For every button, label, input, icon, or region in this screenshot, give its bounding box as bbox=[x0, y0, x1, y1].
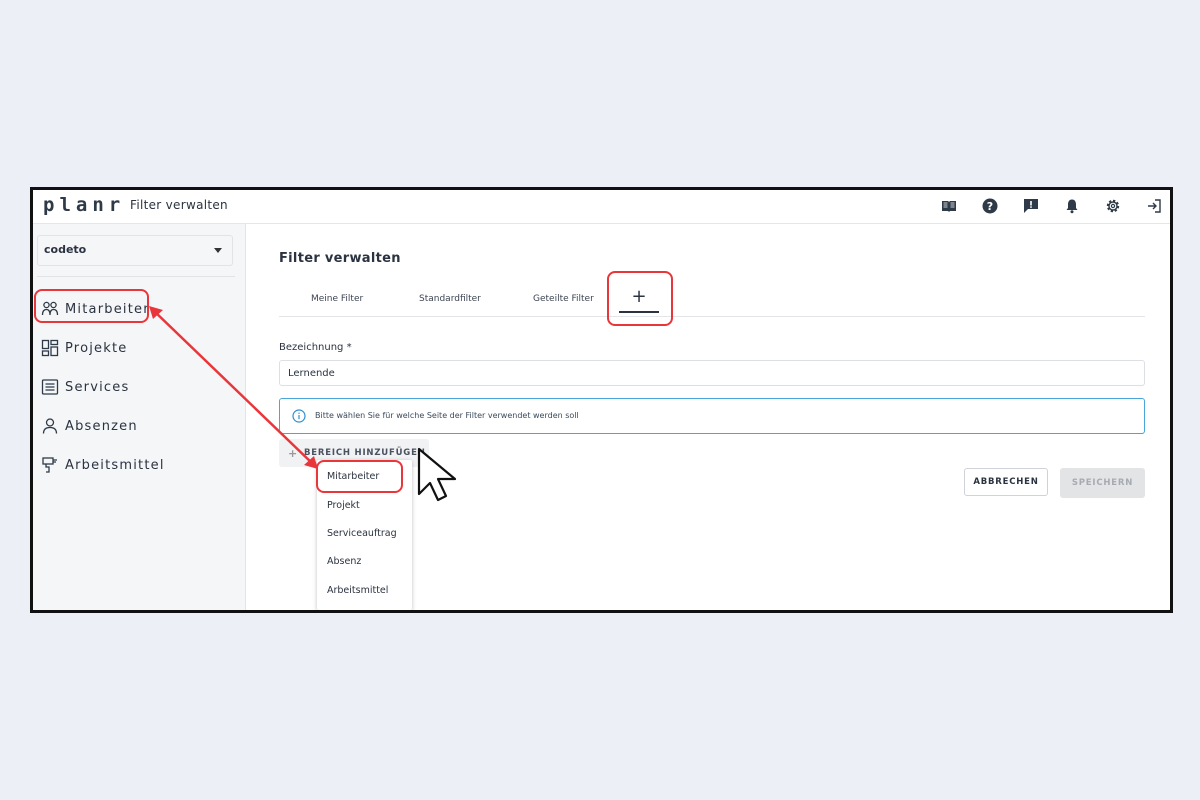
highlight-add-tab bbox=[607, 271, 673, 326]
bell-icon[interactable] bbox=[1062, 196, 1082, 216]
top-icons: ? bbox=[939, 196, 1164, 216]
help-icon[interactable]: ? bbox=[980, 196, 1000, 216]
top-bar: planr Filter verwalten ? bbox=[33, 190, 1170, 224]
sidebar-item-projekte[interactable]: Projekte bbox=[41, 336, 127, 360]
list-icon bbox=[41, 379, 59, 395]
sidebar-item-services[interactable]: Services bbox=[41, 375, 129, 399]
sidebar: codeto Mitarbeiter Projekte Services Abs… bbox=[33, 224, 246, 610]
app-window: planr Filter verwalten ? codeto Mitarbei… bbox=[30, 187, 1173, 613]
tab-geteilte-filter[interactable]: Geteilte Filter bbox=[533, 294, 594, 304]
book-icon[interactable] bbox=[939, 196, 959, 216]
main-content: Filter verwalten Meine Filter Standardfi… bbox=[246, 224, 1170, 610]
caret-down-icon bbox=[214, 248, 222, 253]
bezeichnung-input[interactable] bbox=[279, 360, 1145, 386]
plus-icon: + bbox=[288, 446, 299, 460]
divider bbox=[37, 276, 235, 277]
info-text: Bitte wählen Sie für welche Seite der Fi… bbox=[315, 411, 579, 420]
person-icon bbox=[42, 418, 58, 434]
bezeichnung-label: Bezeichnung * bbox=[279, 342, 352, 353]
save-button[interactable]: SPEICHERN bbox=[1060, 468, 1145, 498]
feedback-icon[interactable] bbox=[1021, 196, 1041, 216]
organization-select[interactable]: codeto bbox=[37, 235, 233, 266]
highlight-menu-mitarbeiter bbox=[316, 460, 403, 493]
logo[interactable]: planr bbox=[43, 194, 125, 216]
menu-item-arbeitsmittel[interactable]: Arbeitsmittel bbox=[327, 585, 388, 596]
sidebar-item-label: Projekte bbox=[65, 340, 128, 356]
gear-icon[interactable] bbox=[1103, 196, 1123, 216]
highlight-sidebar-mitarbeiter bbox=[34, 289, 149, 323]
info-alert: Bitte wählen Sie für welche Seite der Fi… bbox=[279, 398, 1145, 434]
organization-value: codeto bbox=[44, 243, 87, 256]
svg-text:?: ? bbox=[987, 200, 993, 213]
sidebar-item-label: Arbeitsmittel bbox=[65, 457, 165, 473]
tab-bar: Meine Filter Standardfilter Geteilte Fil… bbox=[279, 282, 1145, 317]
menu-item-absenz[interactable]: Absenz bbox=[327, 556, 361, 567]
sidebar-item-arbeitsmittel[interactable]: Arbeitsmittel bbox=[41, 453, 165, 477]
add-area-label: BEREICH HINZUFÜGEN bbox=[304, 448, 426, 458]
sidebar-item-absenzen[interactable]: Absenzen bbox=[41, 414, 138, 438]
dashboard-icon bbox=[41, 339, 59, 357]
tab-meine-filter[interactable]: Meine Filter bbox=[311, 294, 363, 304]
sidebar-item-label: Services bbox=[65, 379, 130, 395]
menu-item-serviceauftrag[interactable]: Serviceauftrag bbox=[327, 528, 397, 539]
tool-icon bbox=[42, 457, 57, 473]
cancel-button[interactable]: ABBRECHEN bbox=[964, 468, 1048, 496]
info-icon bbox=[292, 409, 306, 423]
page-title: Filter verwalten bbox=[279, 251, 401, 266]
top-bar-title: Filter verwalten bbox=[130, 198, 228, 212]
tab-standardfilter[interactable]: Standardfilter bbox=[419, 294, 481, 304]
menu-item-projekt[interactable]: Projekt bbox=[327, 500, 360, 511]
logout-icon[interactable] bbox=[1144, 196, 1164, 216]
sidebar-item-label: Absenzen bbox=[65, 418, 138, 434]
